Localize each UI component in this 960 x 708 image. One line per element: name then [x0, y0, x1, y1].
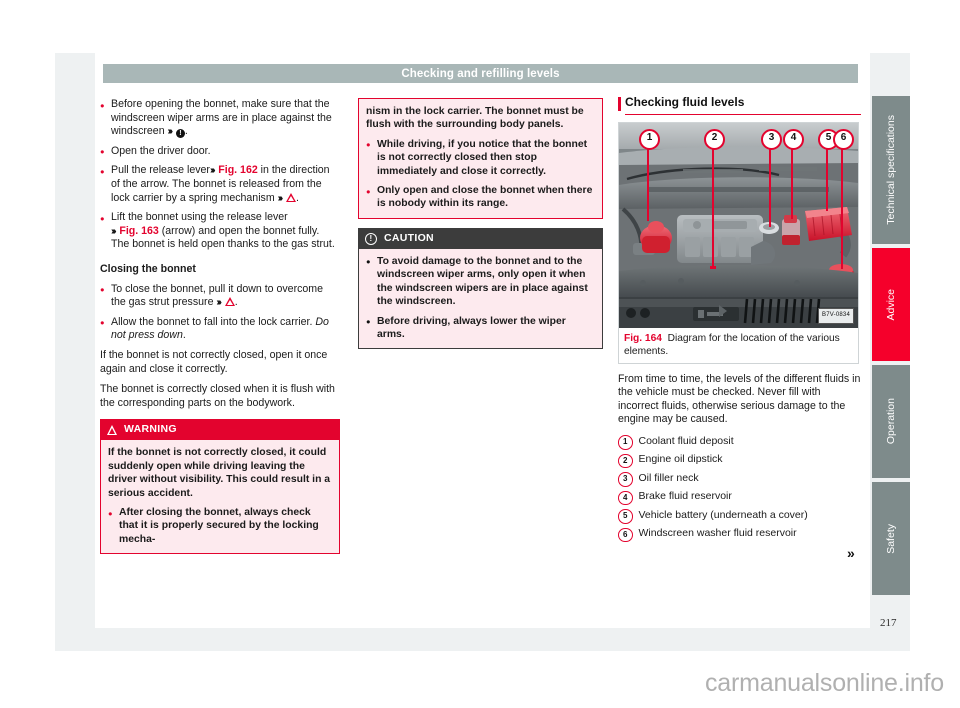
- caution-box-header: ! CAUTION: [359, 228, 602, 249]
- column-three: Checking fluid levels 1 2 3 4 5 6 B7V-08…: [618, 95, 861, 546]
- site-watermark: carmanualsonline.info: [704, 669, 944, 697]
- callout-1[interactable]: 1: [639, 128, 660, 150]
- warning-box-continued: nism in the lock carrier. The bonnet mus…: [358, 98, 603, 219]
- legend-number: 3: [618, 472, 633, 487]
- reference-chevron-icon: ›››: [277, 192, 284, 204]
- list-item: Pull the release lever››› Fig. 162 in th…: [100, 164, 340, 205]
- section-title-wrapper: Checking fluid levels: [618, 95, 861, 115]
- running-header: Checking and refilling levels: [103, 64, 858, 83]
- reference-chevron-icon: ›››: [216, 297, 222, 309]
- legend-label: Brake fluid reservoir: [638, 490, 732, 503]
- figure-caption: Fig. 164 Diagram for the location of the…: [619, 327, 858, 363]
- reference-chevron-icon: ›››: [209, 165, 216, 177]
- warning-box-body: If the bonnet is not correctly closed, i…: [101, 440, 339, 554]
- section-tab-rail: Technical specifications Advice Operatio…: [872, 96, 910, 595]
- list-item: 4 Brake fluid reservoir: [618, 490, 861, 506]
- callout-leader-3: [769, 144, 771, 227]
- page-number: 217: [880, 617, 897, 629]
- continuation-arrow-icon: »: [847, 545, 855, 561]
- warning-triangle-icon: [285, 192, 296, 202]
- list-item: Lift the bonnet using the release lever …: [100, 211, 340, 252]
- list-item: Before opening the bonnet, make sure tha…: [100, 98, 340, 139]
- list-item: Allow the bonnet to fall into the lock c…: [100, 315, 340, 343]
- reference-chevron-icon: ›››: [111, 225, 117, 237]
- warning-triangle-icon: [107, 425, 117, 436]
- callout-leader-6: [841, 144, 843, 269]
- legend-number: 1: [618, 435, 633, 450]
- list-item: 6 Windscreen washer fluid reservoir: [618, 527, 861, 543]
- tab-technical-specifications[interactable]: Technical specifications: [872, 96, 910, 244]
- reference-chevron-icon: ›››: [167, 126, 174, 138]
- page-title: Checking and refilling levels: [401, 67, 560, 80]
- list-item: After closing the bonnet, always check t…: [108, 505, 332, 546]
- legend-number: 2: [618, 453, 633, 469]
- note-icon: !: [175, 129, 185, 139]
- list-item: 3 Oil filler neck: [618, 472, 861, 487]
- caution-box-body: To avoid damage to the bonnet and to the…: [359, 248, 602, 349]
- column-one: Before opening the bonnet, make sure tha…: [100, 98, 340, 555]
- paragraph: The bonnet is correctly closed when it i…: [100, 383, 335, 409]
- list-item: While driving, if you notice that the bo…: [366, 137, 595, 178]
- legend-label: Coolant fluid deposit: [638, 434, 734, 447]
- list-item: Only open and close the bonnet when ther…: [366, 184, 595, 211]
- legend-number: 5: [618, 509, 633, 524]
- section-title: Checking fluid levels: [625, 95, 861, 115]
- tab-label: Technical specifications: [885, 115, 897, 225]
- callout-6[interactable]: 6: [833, 128, 854, 150]
- callout-leader-2: [712, 144, 714, 268]
- warning-title: WARNING: [124, 423, 177, 436]
- engine-bay-photo: 1 2 3 4 5 6 B7V-0834: [619, 122, 858, 328]
- tab-label: Safety: [885, 523, 897, 554]
- list-item: Before driving, always lower the wiper a…: [366, 314, 595, 342]
- column-two: nism in the lock carrier. The bonnet mus…: [358, 98, 603, 350]
- tab-safety[interactable]: Safety: [872, 482, 910, 595]
- subheading-closing-the-bonnet: Closing the bonnet: [100, 262, 196, 275]
- list-item: Open the driver door.: [100, 144, 340, 159]
- list-item: 5 Vehicle battery (underneath a cover): [618, 509, 861, 524]
- list-item: 2 Engine oil dipstick: [618, 453, 861, 469]
- callout-3[interactable]: 3: [761, 128, 782, 150]
- callout-leader-end-2: [710, 265, 716, 269]
- figure-number: Fig. 164: [624, 332, 662, 344]
- legend-label: Engine oil dipstick: [638, 453, 723, 466]
- warning-text-continued: nism in the lock carrier. The bonnet mus…: [366, 106, 584, 131]
- figure-reference-link[interactable]: Fig. 163: [119, 225, 158, 237]
- caution-title: CAUTION: [384, 231, 434, 244]
- callout-4[interactable]: 4: [783, 128, 804, 150]
- legend-number: 4: [618, 490, 633, 506]
- photo-code-label: B7V-0834: [818, 308, 854, 324]
- warning-box: WARNING If the bonnet is not correctly c…: [100, 419, 340, 555]
- tab-label: Operation: [885, 398, 897, 445]
- figure-164: 1 2 3 4 5 6 B7V-0834 Fig. 164 Diagram fo…: [618, 121, 859, 364]
- warning-triangle-icon: [224, 297, 235, 307]
- legend-label: Windscreen washer fluid reservoir: [638, 527, 797, 540]
- legend-number: 6: [618, 527, 633, 543]
- warning-box-header: WARNING: [101, 420, 339, 441]
- list-item: To close the bonnet, pull it down to ove…: [100, 282, 340, 310]
- legend-label: Oil filler neck: [638, 471, 699, 484]
- legend-label: Vehicle battery (underneath a cover): [638, 508, 808, 521]
- caution-box: ! CAUTION To avoid damage to the bonnet …: [358, 227, 603, 350]
- callout-2[interactable]: 2: [704, 128, 725, 150]
- callout-leader-1: [647, 144, 649, 221]
- callout-leader-5: [826, 144, 828, 211]
- list-item: To avoid damage to the bonnet and to the…: [366, 254, 595, 309]
- tab-advice[interactable]: Advice: [872, 248, 910, 361]
- tab-label: Advice: [885, 288, 897, 321]
- exclamation-circle-icon: !: [365, 232, 377, 245]
- warning-text: If the bonnet is not correctly closed, i…: [108, 447, 331, 499]
- intro-paragraph: From time to time, the levels of the dif…: [618, 372, 861, 426]
- engine-bay-illustration: [619, 122, 858, 328]
- paragraph: If the bonnet is not correctly closed, o…: [100, 348, 328, 375]
- legend-list: 1 Coolant fluid deposit 2 Engine oil dip…: [618, 435, 861, 543]
- callout-leader-4: [791, 144, 793, 219]
- tab-operation[interactable]: Operation: [872, 365, 910, 478]
- figure-reference-link[interactable]: Fig. 162: [218, 164, 257, 176]
- list-item: 1 Coolant fluid deposit: [618, 435, 861, 450]
